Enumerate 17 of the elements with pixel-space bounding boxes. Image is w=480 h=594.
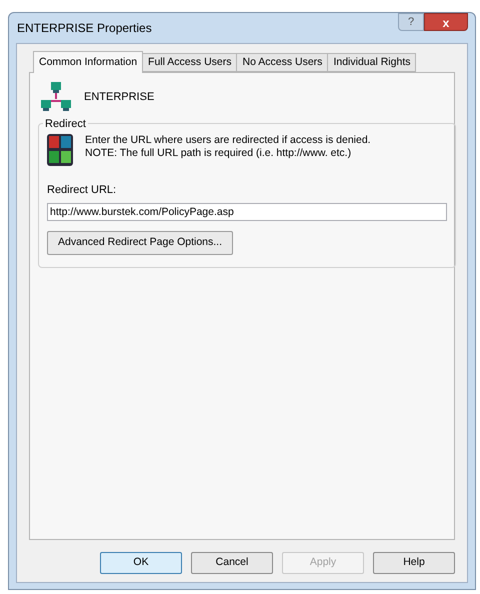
dialog-button[interactable]: Cancel <box>191 552 273 574</box>
window-title: ENTERPRISE Properties <box>17 20 152 37</box>
dialog-button[interactable]: Help <box>373 552 455 574</box>
description-text: Enter the URL where users are redirected if access is denied. NOTE: The full URL path is required (i.e. http://www. etc.) <box>85 134 371 160</box>
url-input[interactable]: http://www.burstek.com/PolicyPage.asp <box>47 202 447 220</box>
close-button[interactable]: x <box>424 13 468 31</box>
redirect-icon <box>47 134 73 166</box>
object-name: ENTERPRISE <box>84 90 154 105</box>
dialog-button[interactable]: OK <box>100 552 182 574</box>
network-icon <box>40 81 72 113</box>
help-button[interactable]: ? <box>398 13 424 31</box>
url-label: Redirect URL: <box>47 183 116 198</box>
advanced-options-button[interactable]: Advanced Redirect Page Options... <box>47 230 234 254</box>
tab[interactable]: Full Access Users <box>143 53 238 72</box>
tab[interactable]: Individual Rights <box>328 53 416 72</box>
tab[interactable]: No Access Users <box>237 53 328 72</box>
tab[interactable]: Common Information <box>33 51 144 73</box>
